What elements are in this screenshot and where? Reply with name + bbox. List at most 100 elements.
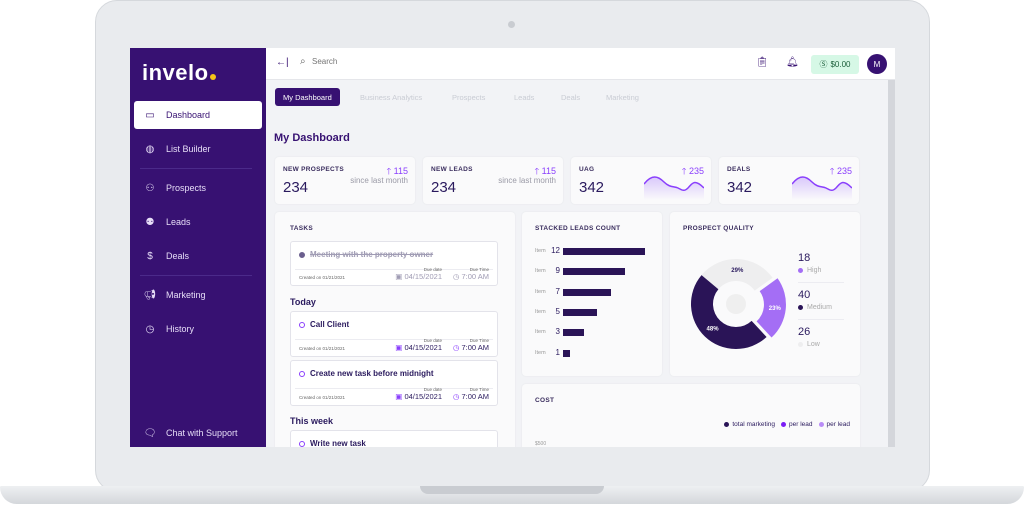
stat-label: NEW LEADS	[431, 166, 473, 173]
calendar-icon: ▣	[395, 272, 403, 281]
divider	[140, 168, 252, 169]
bar-category-label: Item	[535, 308, 546, 315]
legend-item[interactable]: total marketing	[718, 421, 775, 428]
tab-prospects[interactable]: Prospects	[452, 88, 485, 106]
arrow-up-icon: 🡑	[534, 166, 540, 176]
task-item[interactable]: Call Client Created on 01/21/2021 Due da…	[290, 311, 498, 357]
task-item[interactable]: Meeting with the property owner Created …	[290, 241, 498, 286]
tab-deals[interactable]: Deals	[561, 88, 580, 106]
tab-business-analytics[interactable]: Business Analytics	[360, 88, 422, 106]
top-bar: ←| ⌕ 📋︎ 🔔︎ Ⓢ$0.00 M	[266, 48, 895, 80]
bar-value-label: 1	[555, 347, 560, 357]
app-screen: invelo ▭ Dashboard ◍ List Builder ⚇ Prospec…	[130, 48, 895, 447]
card-title: PROSPECT QUALITY	[683, 225, 754, 232]
sidebar-item-prospects[interactable]: ⚇ Prospects	[134, 174, 262, 202]
bar-category-label: Item	[535, 268, 546, 275]
bar[interactable]	[563, 248, 645, 255]
bell-icon[interactable]: 🔔︎	[786, 57, 799, 68]
donut-percent-label: 29%	[731, 268, 744, 274]
cost-card: COST total marketing per lead per lead $50…	[522, 384, 860, 447]
user-plus-icon: ⚇	[145, 182, 155, 194]
divider	[798, 282, 844, 283]
legend-item[interactable]: per lead	[775, 421, 813, 428]
sparkline	[792, 176, 852, 200]
chat-icon: 🗨︎	[143, 427, 157, 439]
bar-value-label: 12	[551, 246, 560, 255]
task-item[interactable]: Write new task	[290, 430, 498, 447]
stat-label: DEALS	[727, 166, 751, 173]
scrollbar[interactable]	[888, 80, 895, 447]
dashboard-card-icon: ▭	[145, 109, 155, 121]
stat-value: 342	[727, 179, 753, 196]
legend-item: Low	[798, 341, 820, 348]
prospect-quality-card: PROSPECT QUALITY 29% 23% 48% 18 High 40 Me…	[670, 212, 860, 376]
clock-icon: ◷	[452, 272, 460, 281]
bar[interactable]	[563, 268, 625, 276]
legend-value: 18	[798, 252, 811, 264]
search-icon: ⌕	[300, 56, 306, 67]
search-input[interactable]	[312, 57, 512, 66]
section-today: Today	[290, 297, 316, 307]
stat-card: DEALS 342 🡑 235	[719, 157, 859, 204]
arrow-up-icon: 🡑	[386, 166, 392, 176]
bar[interactable]	[563, 308, 598, 316]
legend-item: Medium	[798, 304, 832, 311]
laptop-notch	[420, 486, 604, 494]
logo[interactable]: invelo	[142, 60, 216, 86]
tab-leads[interactable]: Leads	[514, 88, 534, 106]
clock-icon: ◷	[452, 343, 460, 352]
sidebar-item-history[interactable]: ◷ History	[134, 315, 262, 343]
legend-value: 40	[798, 289, 811, 301]
sparkline	[644, 176, 704, 200]
bar[interactable]	[563, 349, 570, 357]
task-checkbox[interactable]	[299, 440, 305, 447]
stat-card: UAG 342 🡑 235	[571, 157, 711, 204]
card-title: STACKED LEADS COUNT	[535, 225, 621, 232]
stat-label: NEW PROSPECTS	[283, 166, 344, 173]
bar[interactable]	[563, 288, 611, 296]
divider	[140, 275, 252, 276]
stat-card: NEW LEADS 234 🡑 115 since last month	[423, 157, 563, 204]
bar-value-label: 9	[555, 266, 560, 276]
sidebar-item-deals[interactable]: $ Deals	[134, 242, 262, 270]
dollar-circle-icon: Ⓢ	[819, 60, 828, 69]
stat-card: NEW PROSPECTS 234 🡑 115 since last month	[275, 157, 415, 204]
clock-icon: ◷	[145, 323, 155, 335]
chat-support-button[interactable]: 🗨︎ Chat with Support	[134, 419, 262, 447]
stat-subtext: since last month	[498, 176, 556, 185]
divider	[798, 319, 844, 320]
bar[interactable]	[563, 329, 584, 337]
bar-category-label: Item	[535, 329, 546, 336]
sidebar-item-dashboard[interactable]: ▭ Dashboard	[134, 101, 262, 129]
collapse-sidebar-icon[interactable]: ←|	[276, 57, 289, 68]
task-checkbox[interactable]	[299, 370, 305, 377]
megaphone-icon: 📢︎	[143, 289, 157, 301]
bar-value-label: 5	[555, 306, 560, 316]
stat-value: 234	[431, 179, 457, 196]
task-item[interactable]: Create new task before midnight Created …	[290, 360, 498, 406]
task-checkbox[interactable]	[299, 251, 305, 258]
task-checkbox[interactable]	[299, 321, 305, 328]
users-icon: ⚉	[145, 216, 155, 228]
legend-item: High	[798, 267, 821, 274]
sidebar-item-leads[interactable]: ⚉ Leads	[134, 208, 262, 236]
card-title: TASKS	[290, 225, 314, 232]
stacked-leads-card: STACKED LEADS COUNT Item 12 Item 9 Item …	[522, 212, 662, 376]
clipboard-icon[interactable]: 📋︎	[756, 57, 769, 68]
stat-subtext: since last month	[350, 176, 408, 185]
avatar[interactable]: M	[867, 54, 887, 74]
calendar-icon: ▣	[395, 392, 403, 401]
calendar-icon: ▣	[395, 343, 403, 352]
sidebar-item-marketing[interactable]: 📢︎ Marketing	[134, 281, 262, 309]
stat-value: 342	[579, 179, 605, 196]
legend-item[interactable]: per lead	[813, 421, 850, 428]
sidebar: invelo ▭ Dashboard ◍ List Builder ⚇ Prospec…	[130, 48, 266, 447]
dollar-circle-icon: $	[147, 250, 153, 262]
sidebar-item-list-builder[interactable]: ◍ List Builder	[134, 135, 262, 163]
bar-value-label: 7	[555, 286, 560, 296]
bar-value-label: 3	[555, 327, 560, 337]
page-title: My Dashboard	[274, 132, 350, 144]
tab-marketing[interactable]: Marketing	[606, 88, 639, 106]
balance-button[interactable]: Ⓢ $0.00	[811, 55, 859, 74]
tab-my-dashboard[interactable]: My Dashboard	[275, 88, 340, 106]
